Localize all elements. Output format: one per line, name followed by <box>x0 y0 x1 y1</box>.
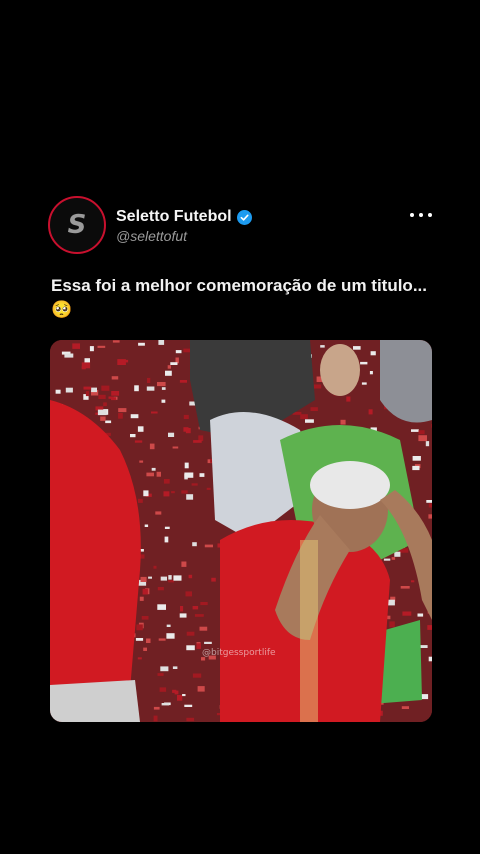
avatar[interactable]: S <box>48 196 106 254</box>
verified-badge-icon <box>236 209 252 225</box>
cameraman-face <box>320 344 360 396</box>
author-name-row: Seletto Futebol <box>116 208 252 226</box>
media-watermark: @bitgessportlife <box>202 648 276 658</box>
foam-on-head <box>310 461 390 509</box>
celebration-photo <box>50 340 432 722</box>
left-player-shorts <box>50 680 140 722</box>
author-handle[interactable]: @selettofut <box>116 228 187 244</box>
avatar-logo-letter: S <box>67 210 87 240</box>
tweet-media-image[interactable]: @bitgessportlife <box>50 340 432 722</box>
more-options-icon[interactable] <box>410 208 432 222</box>
display-name[interactable]: Seletto Futebol <box>116 208 232 226</box>
tweet-text: Essa foi a melhor comemoração de um titu… <box>51 276 427 319</box>
medal-ribbon <box>300 540 318 722</box>
